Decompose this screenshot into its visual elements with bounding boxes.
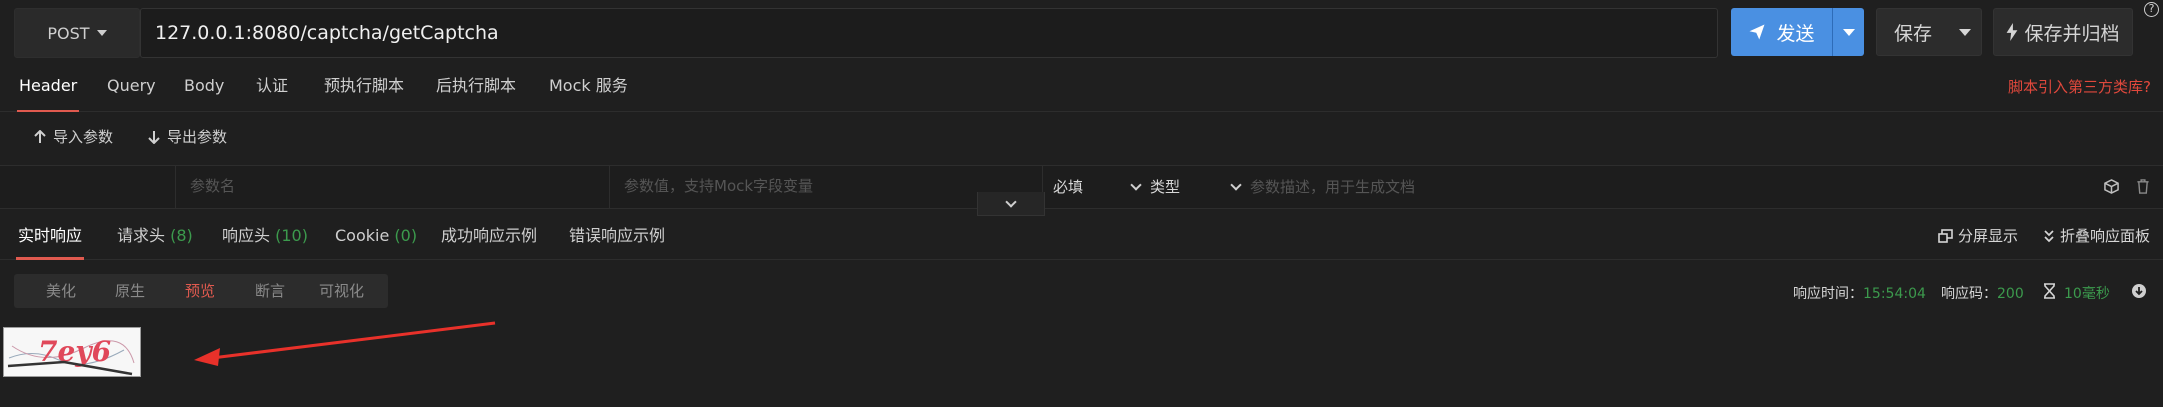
download-icon[interactable]	[2131, 283, 2147, 299]
tab-auth[interactable]: 认证	[256, 66, 288, 112]
chevron-down-icon	[1005, 195, 1017, 208]
save-button[interactable]: 保存	[1876, 8, 1982, 56]
url-bar-row: POST 127.0.0.1:8080/captcha/getCaptcha 发…	[0, 0, 2163, 66]
tab-pre-script[interactable]: 预执行脚本	[324, 66, 404, 112]
method-label: POST	[47, 23, 90, 43]
captcha-graphic: 7ey6	[7, 335, 135, 376]
lightning-icon	[2007, 23, 2018, 41]
import-label: 导入参数	[53, 128, 114, 146]
split-screen-icon	[1938, 228, 1953, 243]
save-archive-button[interactable]: 保存并归档	[1993, 8, 2133, 56]
view-mode-segment: 美化 原生 预览 断言 可视化	[14, 274, 388, 308]
time-label: 响应时间：	[1793, 286, 1863, 302]
tab-error-example[interactable]: 错误响应示例	[569, 212, 665, 260]
chevron-down-icon	[1130, 179, 1142, 191]
tab-label: 请求头	[117, 226, 166, 245]
view-visualize[interactable]: 可视化	[319, 274, 364, 308]
arrow-down-icon	[148, 130, 160, 144]
arrow-up-icon	[34, 129, 46, 143]
send-dropdown-button[interactable]	[1833, 28, 1864, 36]
tab-live-response[interactable]: 实时响应	[15, 212, 85, 260]
send-button[interactable]: 发送	[1731, 8, 1864, 56]
view-beautify[interactable]: 美化	[46, 274, 76, 308]
count-badge: (10)	[275, 226, 308, 245]
view-assert[interactable]: 断言	[255, 274, 285, 308]
count-badge: (0)	[394, 226, 418, 245]
tab-label: 实时响应	[18, 226, 83, 245]
tab-header[interactable]: Header	[16, 66, 80, 112]
save-dropdown-button[interactable]	[1949, 28, 1981, 36]
tab-body[interactable]: Body	[184, 66, 224, 112]
tab-cookie[interactable]: Cookie (0)	[335, 212, 417, 260]
required-select[interactable]: 必填	[1053, 165, 1083, 209]
tab-request-headers[interactable]: 请求头 (8)	[117, 212, 193, 260]
cube-icon[interactable]	[2104, 179, 2119, 194]
export-params-button[interactable]: 导出参数	[147, 126, 227, 147]
save-label: 保存	[1893, 22, 1932, 45]
response-duration: 10毫秒	[2064, 286, 2110, 302]
caret-down-icon	[1959, 28, 1971, 36]
response-code: 响应码：200	[1941, 283, 2024, 303]
count-badge: (8)	[170, 226, 193, 245]
param-name-input[interactable]: 参数名	[175, 166, 609, 208]
captcha-image: 7ey6	[3, 327, 141, 377]
tab-label: Cookie	[335, 226, 390, 245]
tab-response-headers[interactable]: 响应头 (10)	[222, 212, 308, 260]
type-label: 类型	[1150, 178, 1181, 196]
trash-icon[interactable]	[2136, 179, 2150, 194]
import-params-button[interactable]: 导入参数	[33, 126, 113, 147]
fold-panel-button[interactable]: 折叠响应面板	[2043, 225, 2150, 246]
caret-down-icon	[1842, 28, 1855, 36]
paper-plane-icon	[1749, 24, 1765, 40]
fold-label: 折叠响应面板	[2060, 227, 2151, 245]
chevron-down-icon	[1230, 179, 1242, 191]
send-label: 发送	[1776, 22, 1815, 45]
response-time: 响应时间：15:54:04	[1793, 283, 1926, 303]
tab-label: 响应头	[222, 226, 271, 245]
param-options-area	[1042, 166, 2163, 208]
split-view-button[interactable]: 分屏显示	[1938, 225, 2018, 246]
type-select[interactable]: 类型	[1130, 165, 1181, 209]
code-value: 200	[1997, 286, 2024, 302]
hourglass-icon	[2044, 283, 2055, 299]
response-tabs: 实时响应 请求头 (8) 响应头 (10) Cookie (0) 成功响应示例 …	[0, 212, 2163, 260]
time-value: 15:54:04	[1863, 286, 1926, 302]
script-library-link[interactable]: 脚本引入第三方类库?	[2008, 76, 2151, 97]
split-label: 分屏显示	[1958, 227, 2019, 245]
view-raw[interactable]: 原生	[115, 274, 145, 308]
save-archive-label: 保存并归档	[2024, 22, 2120, 45]
request-tabs: Header Query Body 认证 预执行脚本 后执行脚本 Mock 服务	[0, 66, 2163, 112]
export-label: 导出参数	[167, 128, 228, 146]
view-preview[interactable]: 预览	[185, 274, 215, 308]
param-desc-input[interactable]: 参数描述，用于生成文档	[1230, 165, 1416, 209]
tab-query[interactable]: Query	[107, 66, 156, 112]
double-chevron-down-icon	[2044, 229, 2054, 242]
desc-placeholder: 参数描述，用于生成文档	[1250, 178, 1416, 196]
tab-success-example[interactable]: 成功响应示例	[441, 212, 537, 260]
tab-post-script[interactable]: 后执行脚本	[436, 66, 516, 112]
caret-down-icon	[96, 30, 107, 36]
code-label: 响应码：	[1941, 286, 1997, 302]
send-main[interactable]: 发送	[1731, 8, 1833, 56]
annotation-arrow-icon	[194, 321, 496, 366]
url-input[interactable]: 127.0.0.1:8080/captcha/getCaptcha	[140, 8, 1718, 58]
tab-mock[interactable]: Mock 服务	[549, 66, 628, 112]
method-select[interactable]: POST	[14, 8, 140, 58]
required-label: 必填	[1053, 178, 1084, 196]
help-icon[interactable]: ?	[2144, 2, 2159, 17]
